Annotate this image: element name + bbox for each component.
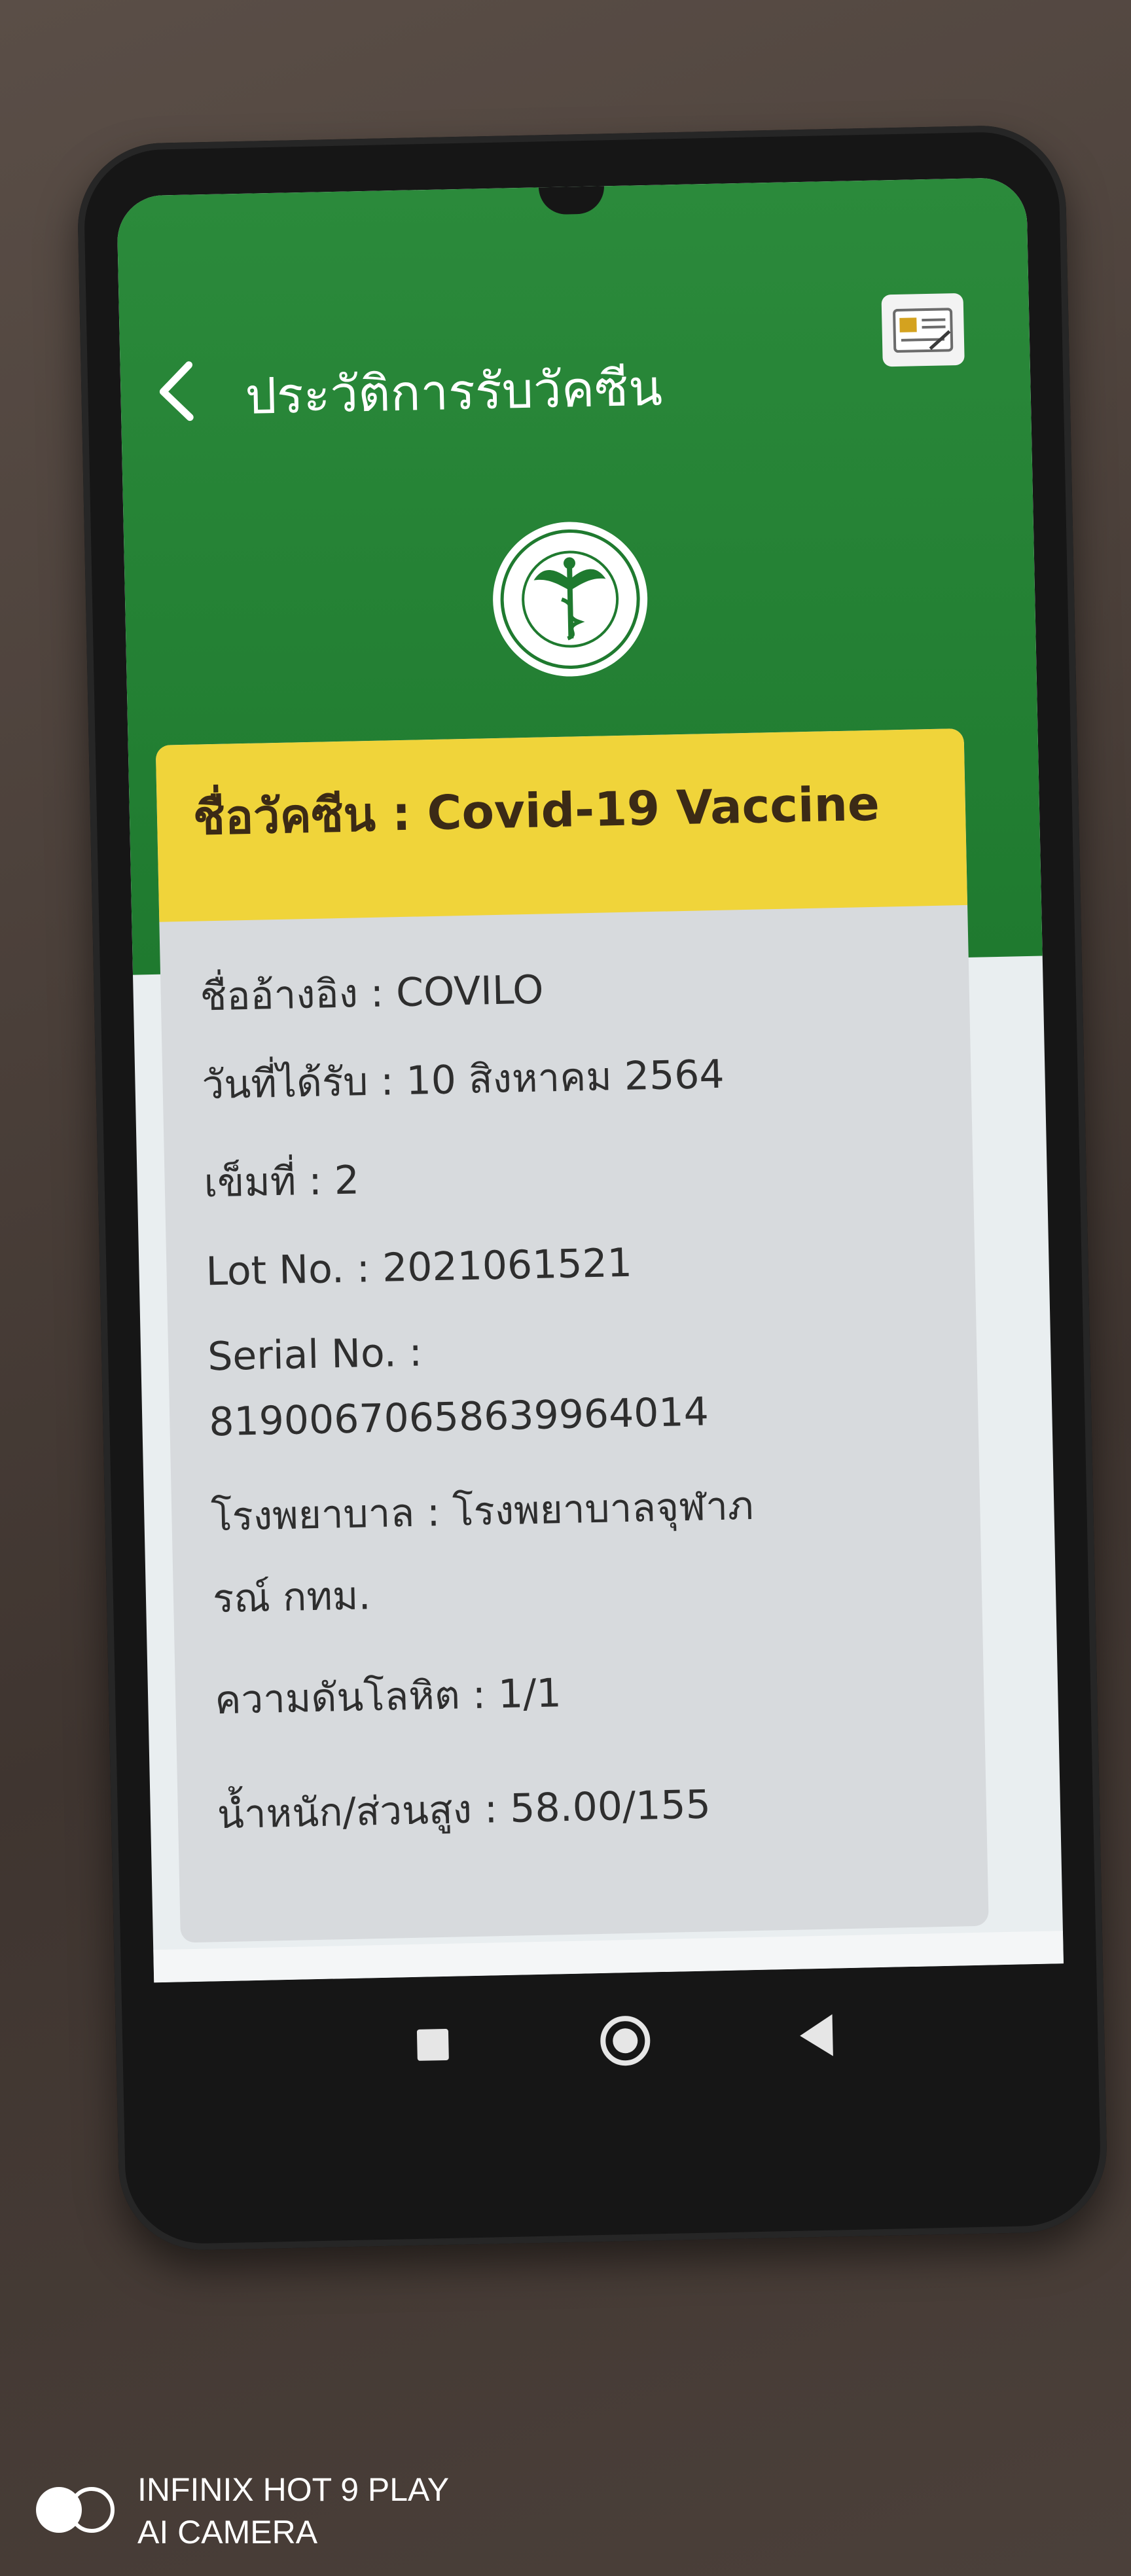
dose-number: เข็มที่ : 2 <box>203 1157 360 1207</box>
watermark-camera: AI CAMERA <box>137 2514 318 2550</box>
android-nav-bar <box>154 1963 1066 2126</box>
serial-value: 81900670658639964014 <box>208 1389 709 1446</box>
date-received: วันที่ได้รับ : 10 สิงหาคม 2564 <box>201 1051 725 1109</box>
page-title: ประวัติการรับวัคซีน <box>244 358 663 425</box>
weight-height: น้ำหนัก/ส่วนสูง : 58.00/155 <box>217 1781 711 1838</box>
back-button[interactable] <box>149 355 203 428</box>
recent-apps-button[interactable] <box>416 2028 449 2061</box>
id-card-icon <box>893 307 954 353</box>
home-button[interactable] <box>600 2015 651 2067</box>
hospital-continued: รณ์ กทม. <box>212 1573 372 1622</box>
hospital-label: โรงพยาบาล : โรงพยาบาลจุฬาภ <box>210 1482 755 1541</box>
camera-watermark: INFINIX HOT 9 PLAY AI CAMERA <box>36 2464 494 2562</box>
nav-back-button[interactable] <box>799 2014 833 2057</box>
blood-pressure: ความดันโลหิต : 1/1 <box>214 1670 562 1724</box>
chevron-left-icon <box>159 361 194 421</box>
reference-name: ชื่ออ้างอิง : COVILO <box>200 967 545 1020</box>
vaccine-record-card: ชื่อวัคซีน : Covid-19 Vaccine ชื่ออ้างอิ… <box>155 728 989 1943</box>
app-screen: ประวัติการรับวัคซีน ชื่อวัคซีน: Covid-1… <box>117 177 1064 1983</box>
vaccine-card-button[interactable] <box>881 293 965 367</box>
lot-number: Lot No. : 2021061521 <box>205 1240 633 1295</box>
ministry-seal-icon <box>487 516 654 683</box>
watermark-device: INFINIX HOT 9 PLAY <box>137 2471 450 2508</box>
phone-device: ประวัติการรับวัคซีน ชื่อวัคซีน: Covid-1… <box>76 124 1109 2252</box>
vaccine-name: ชื่อวัคซีน : Covid-19 Vaccine <box>192 776 880 846</box>
camera-logo-icon <box>36 2487 128 2539</box>
